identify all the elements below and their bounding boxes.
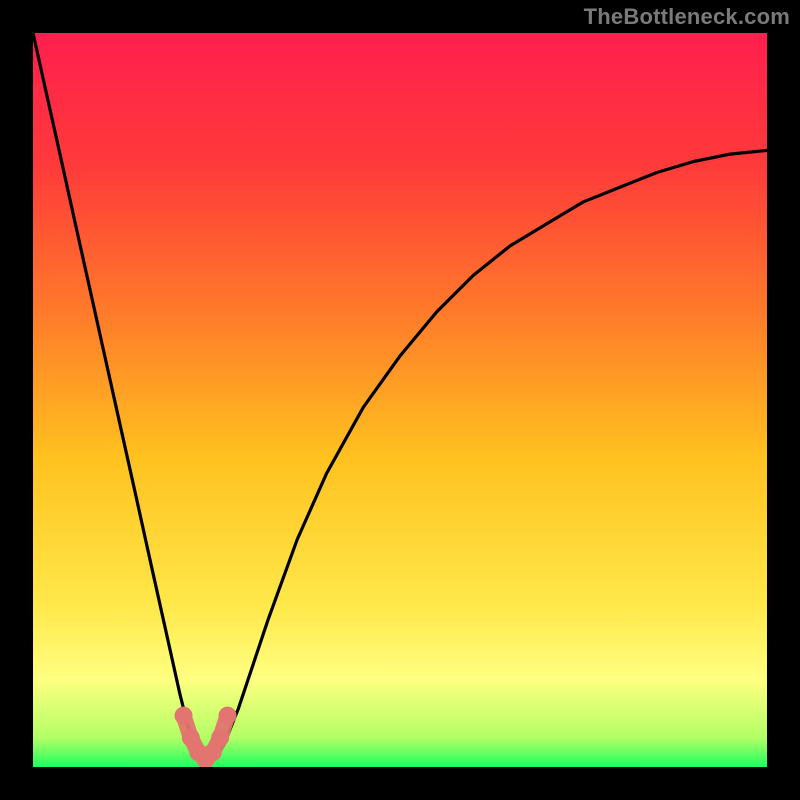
plot-area	[33, 33, 767, 767]
chart-svg	[33, 33, 767, 767]
marker-dot	[211, 729, 229, 747]
marker-dot	[175, 707, 193, 725]
watermark-text: TheBottleneck.com	[584, 4, 790, 30]
marker-dot	[219, 707, 237, 725]
gradient-bg	[33, 33, 767, 767]
frame: TheBottleneck.com	[0, 0, 800, 800]
